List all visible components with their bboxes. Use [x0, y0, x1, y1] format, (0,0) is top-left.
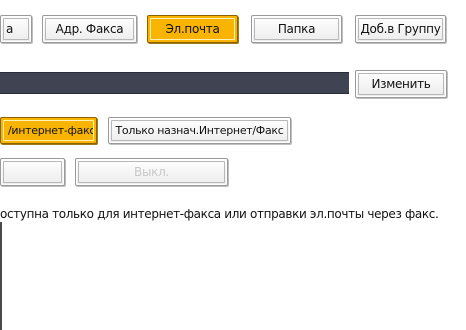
tab-email[interactable]: Эл.почта [147, 15, 238, 43]
tab-folder-label: Папка [277, 22, 316, 36]
toggle-off-button[interactable]: Выкл. [75, 158, 228, 186]
tab-fax-address-label: Адр. Факса [55, 22, 124, 36]
left-edge-divider [0, 222, 2, 330]
tab-fax-address[interactable]: Адр. Факса [42, 15, 137, 43]
tab-cut-left[interactable]: a [0, 15, 32, 43]
tab-cut-left-label: a [6, 22, 14, 36]
tab-add-to-group-label: Доб.в Группу [360, 22, 441, 36]
internet-fax-option-label: /интернет-факс [8, 124, 94, 137]
only-internet-fax-dest-option[interactable]: Только назнач.Интернет/Факс [108, 117, 291, 144]
change-button[interactable]: Изменить [355, 70, 447, 98]
change-button-label: Изменить [371, 77, 431, 91]
toggle-off-label: Выкл. [134, 165, 169, 179]
internet-fax-option[interactable]: /интернет-факс [0, 117, 97, 144]
info-text: оступна только для интернет-факса или от… [0, 207, 439, 221]
name-field-bar [0, 72, 349, 94]
toggle-on-button[interactable] [0, 158, 65, 186]
tab-add-to-group[interactable]: Доб.в Группу [355, 15, 446, 43]
only-internet-fax-dest-option-label: Только назнач.Интернет/Факс [115, 124, 284, 137]
tab-folder[interactable]: Папка [251, 15, 342, 43]
tab-email-label: Эл.почта [165, 22, 220, 36]
